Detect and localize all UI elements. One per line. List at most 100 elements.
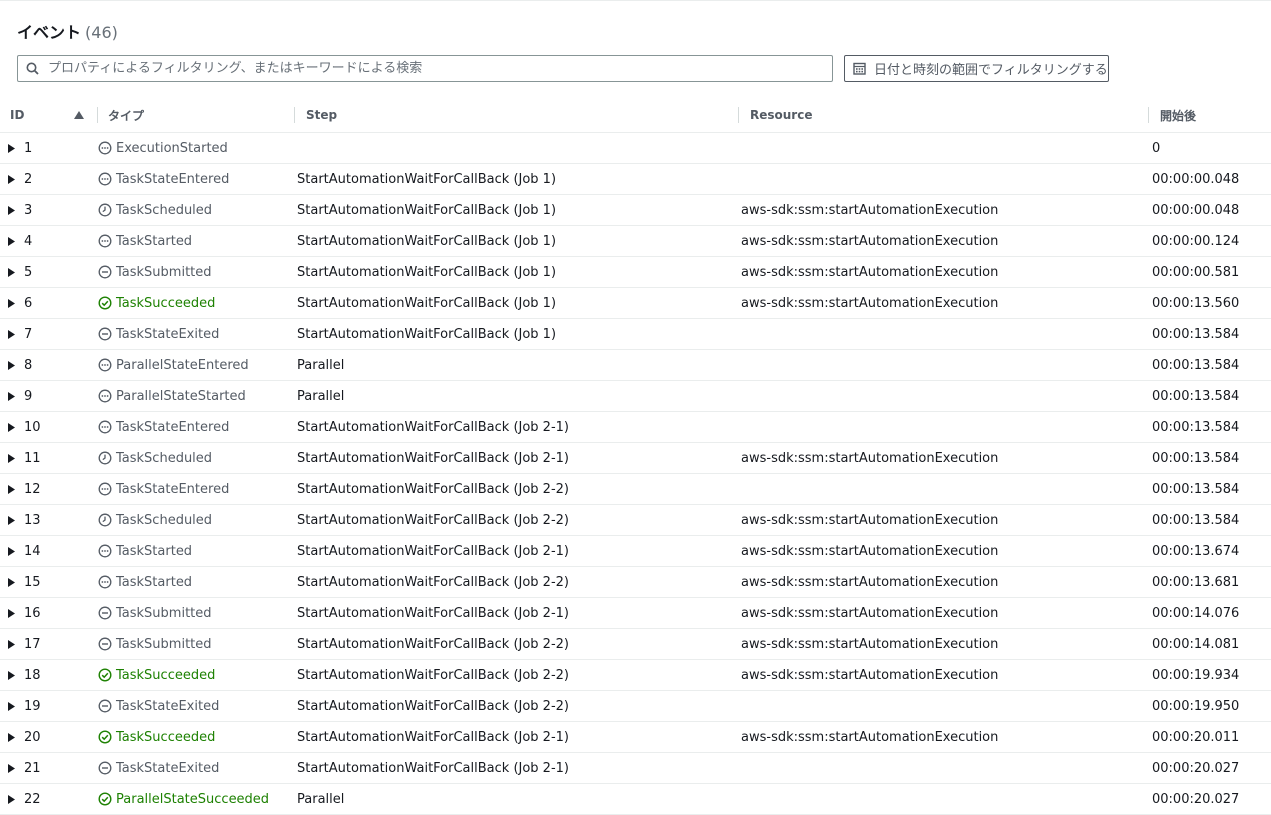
- event-id: 18: [24, 667, 41, 683]
- expand-row-icon[interactable]: [8, 567, 18, 597]
- event-elapsed-time: 00:00:00.581: [1152, 264, 1240, 280]
- table-row[interactable]: 4 TaskStarted StartAutomationWaitForCallBa…: [0, 226, 1271, 257]
- column-header-id[interactable]: ID: [10, 98, 24, 132]
- expand-row-icon[interactable]: [8, 722, 18, 752]
- table-row[interactable]: 21 TaskStateExited StartAutomationWaitForC…: [0, 753, 1271, 784]
- dots-icon: [98, 234, 112, 248]
- event-elapsed-time: 00:00:13.584: [1152, 419, 1240, 435]
- table-row[interactable]: 6 TaskSucceeded StartAutomationWaitForCall…: [0, 288, 1271, 319]
- table-row[interactable]: 13 TaskScheduled StartAutomationWaitForCal…: [0, 505, 1271, 536]
- column-header-elapsed[interactable]: 開始後: [1148, 98, 1197, 132]
- expand-row-icon[interactable]: [8, 629, 18, 659]
- search-input[interactable]: [46, 60, 832, 77]
- top-divider: [0, 0, 1271, 1]
- table-row[interactable]: 20 TaskSucceeded StartAutomationWaitForCal…: [0, 722, 1271, 753]
- table-row[interactable]: 22 ParallelStateSucceeded Parallel 00:00:20…: [0, 784, 1271, 815]
- table-row[interactable]: 3 TaskScheduled StartAutomationWaitForCall…: [0, 195, 1271, 226]
- event-type: TaskSucceeded: [98, 660, 215, 690]
- event-type: TaskStarted: [98, 567, 192, 597]
- table-row[interactable]: 8 ParallelStateEntered Parallel 00:00:13.58…: [0, 350, 1271, 381]
- table-row[interactable]: 15 TaskStarted StartAutomationWaitForCallB…: [0, 567, 1271, 598]
- event-type-label: ExecutionStarted: [116, 140, 228, 156]
- event-type: TaskStarted: [98, 536, 192, 566]
- event-resource: aws-sdk:ssm:startAutomationExecution: [741, 295, 999, 311]
- table-row[interactable]: 5 TaskSubmitted StartAutomationWaitForCall…: [0, 257, 1271, 288]
- column-header-resource[interactable]: Resource: [738, 98, 812, 132]
- search-box[interactable]: [17, 55, 833, 82]
- expand-row-icon[interactable]: [8, 350, 18, 380]
- dots-icon: [98, 544, 112, 558]
- table-row[interactable]: 10 TaskStateEntered StartAutomationWaitFor…: [0, 412, 1271, 443]
- event-step: StartAutomationWaitForCallBack (Job 2-1): [297, 543, 569, 559]
- expand-row-icon[interactable]: [8, 133, 18, 163]
- event-type: TaskScheduled: [98, 195, 212, 225]
- event-type-label: TaskStarted: [116, 574, 193, 590]
- event-type: TaskSucceeded: [98, 288, 215, 318]
- event-step: StartAutomationWaitForCallBack (Job 2-2): [297, 481, 569, 497]
- expand-row-icon[interactable]: [8, 536, 18, 566]
- event-resource: aws-sdk:ssm:startAutomationExecution: [741, 264, 999, 280]
- table-row[interactable]: 14 TaskStarted StartAutomationWaitForCallB…: [0, 536, 1271, 567]
- table-row[interactable]: 2 TaskStateEntered StartAutomationWaitForC…: [0, 164, 1271, 195]
- event-step: StartAutomationWaitForCallBack (Job 1): [297, 326, 557, 342]
- column-header-step-label: Step: [306, 108, 338, 122]
- expand-row-icon[interactable]: [8, 226, 18, 256]
- event-type-label: TaskScheduled: [116, 202, 213, 218]
- table-row[interactable]: 12 TaskStateEntered StartAutomationWaitFor…: [0, 474, 1271, 505]
- event-type-label: TaskStateEntered: [116, 171, 230, 187]
- expand-row-icon[interactable]: [8, 381, 18, 411]
- expand-row-icon[interactable]: [8, 598, 18, 628]
- table-row[interactable]: 19 TaskStateExited StartAutomationWaitForC…: [0, 691, 1271, 722]
- expand-row-icon[interactable]: [8, 195, 18, 225]
- event-elapsed-time: 00:00:19.934: [1152, 667, 1240, 683]
- event-id: 1: [24, 140, 33, 156]
- expand-row-icon[interactable]: [8, 319, 18, 349]
- expand-row-icon[interactable]: [8, 443, 18, 473]
- table-row[interactable]: 11 TaskScheduled StartAutomationWaitForCal…: [0, 443, 1271, 474]
- expand-row-icon[interactable]: [8, 257, 18, 287]
- table-row[interactable]: 9 ParallelStateStarted Parallel 00:00:13.58…: [0, 381, 1271, 412]
- column-header-type[interactable]: タイプ: [97, 98, 144, 132]
- event-resource: aws-sdk:ssm:startAutomationExecution: [741, 605, 999, 621]
- event-step: StartAutomationWaitForCallBack (Job 1): [297, 202, 557, 218]
- table-row[interactable]: 7 TaskStateExited StartAutomationWaitForCa…: [0, 319, 1271, 350]
- event-resource: aws-sdk:ssm:startAutomationExecution: [741, 202, 999, 218]
- event-elapsed-time: 00:00:00.048: [1152, 171, 1240, 187]
- expand-row-icon[interactable]: [8, 288, 18, 318]
- event-type: ParallelStateEntered: [98, 350, 249, 380]
- event-type: TaskStarted: [98, 226, 192, 256]
- table-row[interactable]: 1 ExecutionStarted 0: [0, 133, 1271, 164]
- expand-row-icon[interactable]: [8, 164, 18, 194]
- event-type-label: ParallelStateSucceeded: [116, 791, 270, 807]
- expand-row-icon[interactable]: [8, 691, 18, 721]
- event-count: (46): [85, 23, 118, 42]
- expand-row-icon[interactable]: [8, 412, 18, 442]
- expand-row-icon[interactable]: [8, 474, 18, 504]
- minus-icon: [98, 761, 112, 775]
- column-header-step[interactable]: Step: [294, 98, 338, 132]
- event-type-label: ParallelStateEntered: [116, 357, 249, 373]
- table-row[interactable]: 18 TaskSucceeded StartAutomationWaitForCal…: [0, 660, 1271, 691]
- event-step: StartAutomationWaitForCallBack (Job 2-2): [297, 698, 569, 714]
- check-icon: [98, 296, 112, 310]
- event-step: StartAutomationWaitForCallBack (Job 1): [297, 295, 557, 311]
- column-header-elapsed-label: 開始後: [1160, 108, 1197, 123]
- event-step: StartAutomationWaitForCallBack (Job 2-2): [297, 667, 569, 683]
- table-row[interactable]: 17 TaskSubmitted StartAutomationWaitForCal…: [0, 629, 1271, 660]
- event-elapsed-time: 00:00:14.081: [1152, 636, 1240, 652]
- event-type-label: TaskSucceeded: [116, 667, 216, 683]
- event-id: 5: [24, 264, 33, 280]
- table-row[interactable]: 16 TaskSubmitted StartAutomationWaitForCal…: [0, 598, 1271, 629]
- event-id: 8: [24, 357, 33, 373]
- event-type: TaskStateEntered: [98, 474, 229, 504]
- date-range-filter-button[interactable]: 日付と時刻の範囲でフィルタリングする: [844, 55, 1109, 82]
- expand-row-icon[interactable]: [8, 660, 18, 690]
- expand-row-icon[interactable]: [8, 753, 18, 783]
- event-id: 20: [24, 729, 41, 745]
- expand-row-icon[interactable]: [8, 505, 18, 535]
- dots-icon: [98, 482, 112, 496]
- event-step: StartAutomationWaitForCallBack (Job 2-1): [297, 729, 569, 745]
- event-type: TaskSucceeded: [98, 722, 215, 752]
- sort-ascending-icon[interactable]: [74, 98, 84, 132]
- event-type-label: TaskSucceeded: [116, 729, 216, 745]
